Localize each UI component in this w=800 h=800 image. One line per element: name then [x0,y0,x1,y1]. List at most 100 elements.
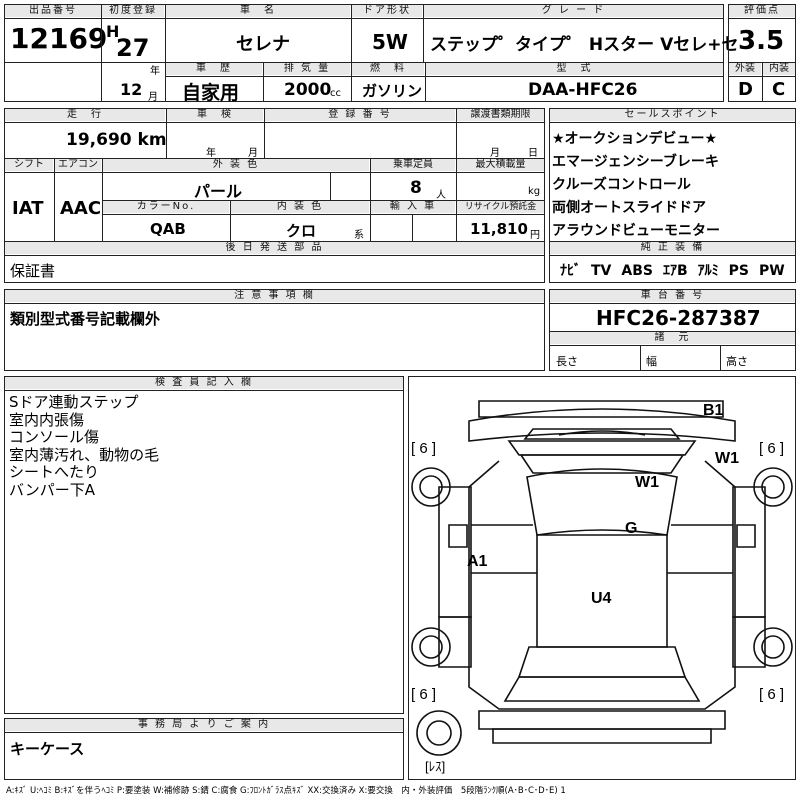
later-parts: 保証書 [10,262,56,280]
inspector-line: 室内薄汚れ、動物の毛 [9,445,160,464]
chassis-number: HFC26-287387 [596,306,761,330]
notes-label: 注 意 事 項 欄 [5,290,544,302]
mileage: 19,690 km [66,130,167,150]
shift: IAT [12,198,44,219]
sales-points-list: ★オークションデビュー★ エマージェンシーブレーキ クルーズコントロール 両側オ… [552,128,720,243]
seats: 8 [410,178,422,198]
color-no-label: カラーNo. [103,201,229,213]
model-label: 型 式 [426,63,723,75]
later-parts-label: 後 日 発 送 部 品 [5,242,544,254]
exterior-score: D [738,79,753,100]
office-note: キーケース [10,740,85,758]
tire-fr-label: [ 6 ] [759,440,784,457]
recycle-unit: 円 [530,230,540,241]
seats-unit: 人 [436,190,446,201]
load-unit: kg [528,186,541,197]
car-name-label: 車 名 [166,5,350,17]
equipment-item: PW [759,263,785,279]
office-label: 事 務 局 よ り ご 案 内 [5,719,403,731]
insp-year-unit: 年 [206,148,216,159]
inspector-label: 検 査 員 記 入 欄 [5,377,403,389]
damage-mark: G [625,520,637,537]
height-label: 高さ [726,355,748,368]
equipment-label: 純 正 装 備 [550,242,795,254]
mileage-label: 走 行 [5,109,165,121]
equipment-item: ﾅﾋﾞ [560,263,581,279]
fuel: ガソリン [362,82,423,100]
lot-label: 出品番号 [5,5,101,17]
inspector-line: バンパー下A [9,480,96,499]
inspector-line: コンソール傷 [9,428,100,447]
tire-rl-label: [ 6 ] [411,686,436,703]
transfer-month-unit: 月 [490,148,500,159]
interior-score: C [772,79,786,100]
ac: AAC [60,198,102,219]
equipment-list: ﾅﾋﾞ TV ABS ｴｱB ｱﾙﾐ PS PW [560,260,785,280]
score-label: 評価点 [729,5,795,17]
sales-point-item: ★オークションデビュー★ [552,131,718,147]
displacement-label: 排 気 量 [264,63,350,75]
tire-rr-label: [ 6 ] [759,686,784,703]
displacement-unit: cc [330,88,341,99]
int-color: クロ [286,222,317,240]
inspector-notes: Sドア連動ステップ 室内内張傷 コンソール傷 室内薄汚れ、動物の毛 シートへたり… [9,393,160,500]
sales-point-item: 両側オートスライドドア [552,200,706,216]
sales-points-label: セールスポイント [550,109,795,121]
month-unit: 月 [148,92,158,103]
load-label: 最大積載量 [457,159,544,171]
int-color-unit: 系 [354,230,364,241]
damage-mark: U4 [591,590,612,607]
model: DAA-HFC26 [528,80,638,100]
equipment-item: ABS [621,263,653,279]
inspection-label: 車 検 [167,109,263,121]
door-type: 5W [372,30,408,54]
tire-fl-label: [ 6 ] [411,440,436,457]
history: 自家用 [182,82,240,104]
ac-label: エアコン [55,159,101,171]
sales-point-item: クルーズコントロール [552,177,691,193]
first-reg-year: 27 [116,34,150,62]
equipment-item: ｴｱB [662,263,688,279]
damage-mark: W1 [715,450,739,467]
car-damage-diagram: [ 6 ] [ 6 ] [ 6 ] [ 6 ] [ﾚｽ] B1 W1 W1 G … [411,400,793,774]
length-label: 長さ [556,355,578,368]
inspector-line: シートへたり [9,463,100,482]
equipment-item: ｱﾙﾐ [697,263,719,279]
ext-color-label: 外 装 色 [103,159,369,171]
notes: 類別型式番号記載欄外 [10,310,161,328]
legend: A:ｷｽﾞ U:ﾍｺﾐ B:ｷｽﾞを伴うﾍｺﾐ P:要塗装 W:補修跡 S:錆 … [6,786,566,796]
damage-mark: A1 [467,553,488,570]
inspector-line: 室内内張傷 [9,410,85,429]
color-no: QAB [150,220,186,238]
year-unit: 年 [150,66,160,77]
reg-no-label: 登 録 番 号 [265,109,455,121]
first-reg-month: 12 [120,80,143,99]
width-label: 幅 [646,355,657,368]
grade: ステップ゜タイプ゜ Hスター Vセレ+セ [430,35,739,55]
door-label: ドア形状 [352,5,422,17]
fuel-label: 燃 料 [352,63,424,75]
spare-label: [ﾚｽ] [425,759,445,774]
dimensions-label: 諸 元 [550,332,795,344]
spec-box [4,108,545,242]
first-reg-label: 初度登録 [102,5,164,17]
chassis-label: 車 台 番 号 [550,290,795,302]
insp-month-unit: 月 [248,148,258,159]
lot-number: 12169 [10,22,108,55]
damage-mark: B1 [703,402,724,419]
car-name: セレナ [236,34,290,55]
grade-label: グ レ ー ド [424,5,723,17]
exterior-label: 外装 [729,63,761,75]
equipment-item: PS [728,263,749,279]
shift-label: シフト [5,159,53,171]
sales-point-item: エマージェンシーブレーキ [552,154,719,170]
recycle-label: リサイクル預託金 [457,201,544,213]
import-label: 輸 入 車 [371,201,455,213]
seats-label: 乗車定員 [371,159,455,171]
interior-label: 内装 [763,63,795,75]
sales-point-item: アラウンドビューモニター [552,223,720,239]
displacement: 2000 [284,80,332,100]
int-color-label: 内 装 色 [231,201,369,213]
recycle: 11,810 [470,220,528,238]
transfer-label: 譲渡書類期限 [457,109,544,121]
